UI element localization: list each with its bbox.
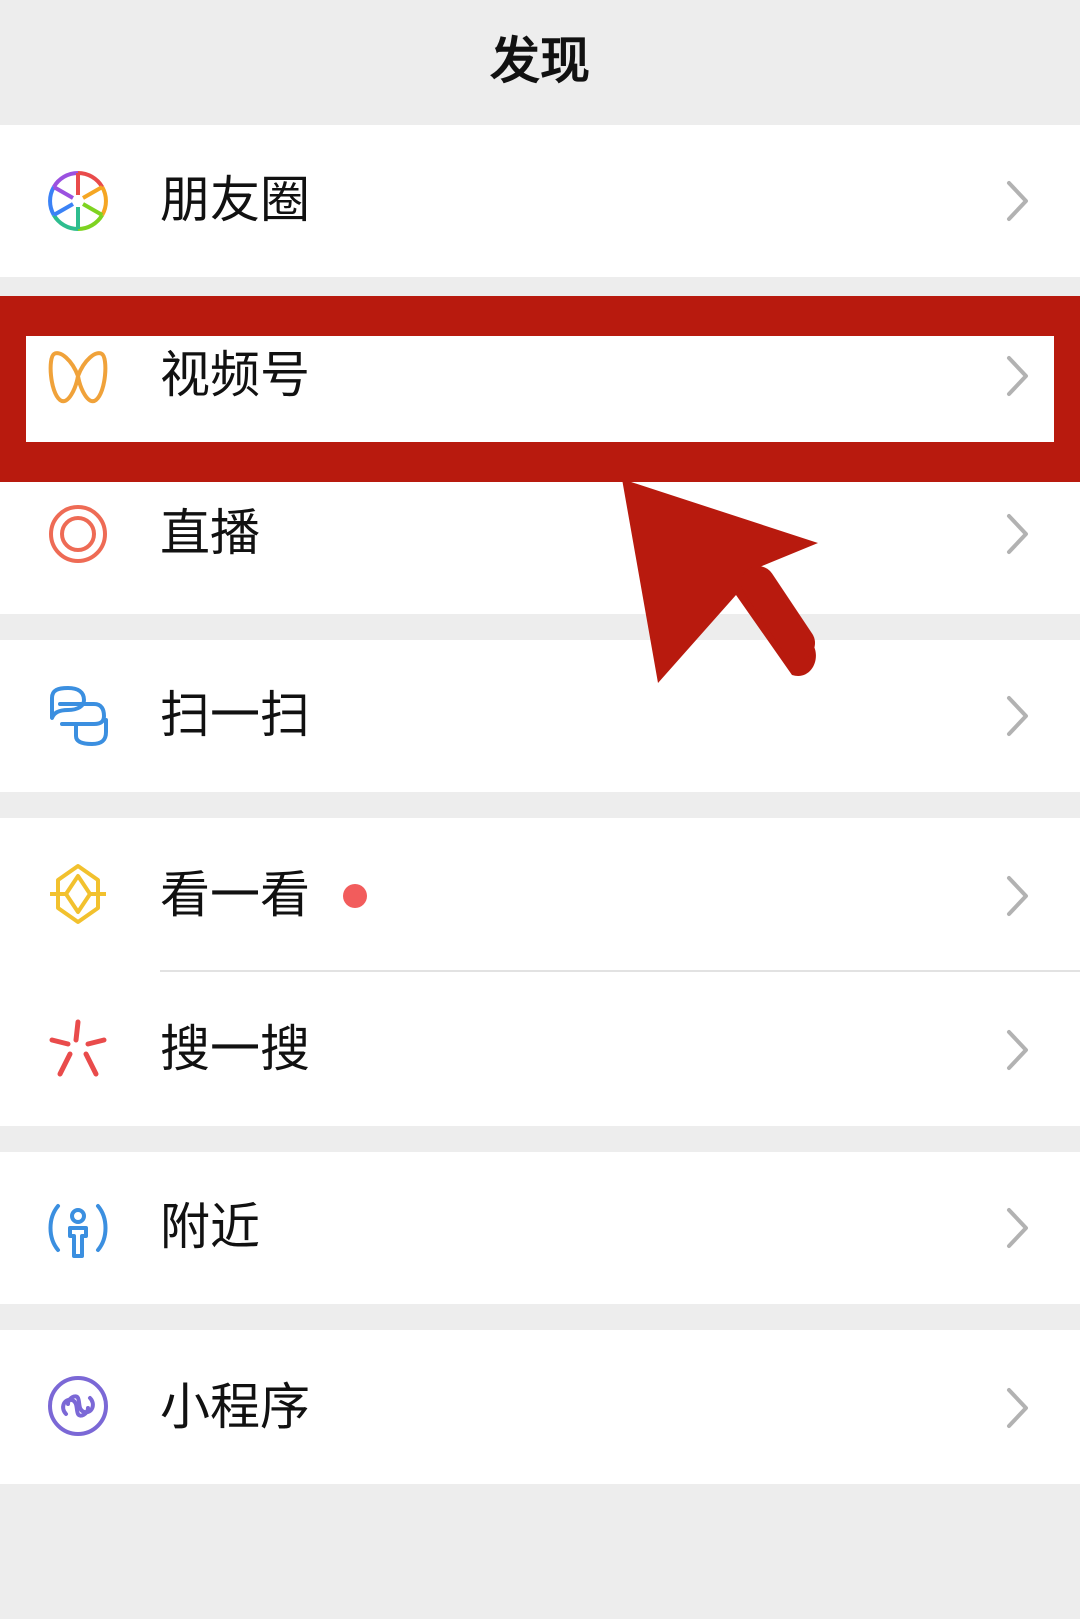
- menu-item-label: 小程序: [160, 1378, 310, 1436]
- page-title: 发现: [490, 32, 590, 90]
- mini-program-icon: [46, 1374, 110, 1438]
- menu-item-label: 直播: [160, 504, 260, 562]
- menu-item-label: 附近: [160, 1198, 260, 1256]
- moments-aperture-icon: [46, 169, 110, 233]
- menu-group-discover: 看一看 搜一搜: [0, 818, 1080, 1126]
- scan-icon: [46, 684, 110, 748]
- menu-item-mini-programs[interactable]: 小程序: [0, 1330, 1080, 1484]
- menu-item-live[interactable]: 直播: [0, 452, 1080, 614]
- menu-item-top-stories[interactable]: 看一看: [0, 818, 1080, 972]
- chevron-right-icon: [1004, 354, 1032, 398]
- menu-item-label: 扫一扫: [160, 686, 310, 744]
- menu-item-scan[interactable]: 扫一扫: [0, 640, 1080, 792]
- menu-item-label: 视频号: [160, 346, 310, 404]
- menu-item-nearby[interactable]: 附近: [0, 1152, 1080, 1304]
- top-stories-icon: [46, 862, 110, 926]
- nearby-person-icon: [46, 1196, 110, 1260]
- search-sparkle-icon: [46, 1016, 110, 1080]
- menu-item-label: 朋友圈: [160, 171, 310, 229]
- chevron-right-icon: [1004, 1206, 1032, 1250]
- chevron-right-icon: [1004, 1386, 1032, 1430]
- live-ring-icon: [46, 502, 110, 566]
- menu-item-search[interactable]: 搜一搜: [0, 972, 1080, 1126]
- menu-item-moments[interactable]: 朋友圈: [0, 125, 1080, 277]
- notification-badge: [343, 884, 367, 908]
- chevron-right-icon: [1004, 874, 1032, 918]
- chevron-right-icon: [1004, 179, 1032, 223]
- channels-butterfly-icon: [46, 344, 110, 408]
- menu-item-label: 看一看: [160, 866, 310, 924]
- nav-bar: 发现: [0, 0, 1080, 125]
- chevron-right-icon: [1004, 512, 1032, 556]
- menu-item-label: 搜一搜: [160, 1020, 310, 1078]
- menu-item-channels[interactable]: 视频号: [0, 300, 1080, 452]
- chevron-right-icon: [1004, 1028, 1032, 1072]
- chevron-right-icon: [1004, 694, 1032, 738]
